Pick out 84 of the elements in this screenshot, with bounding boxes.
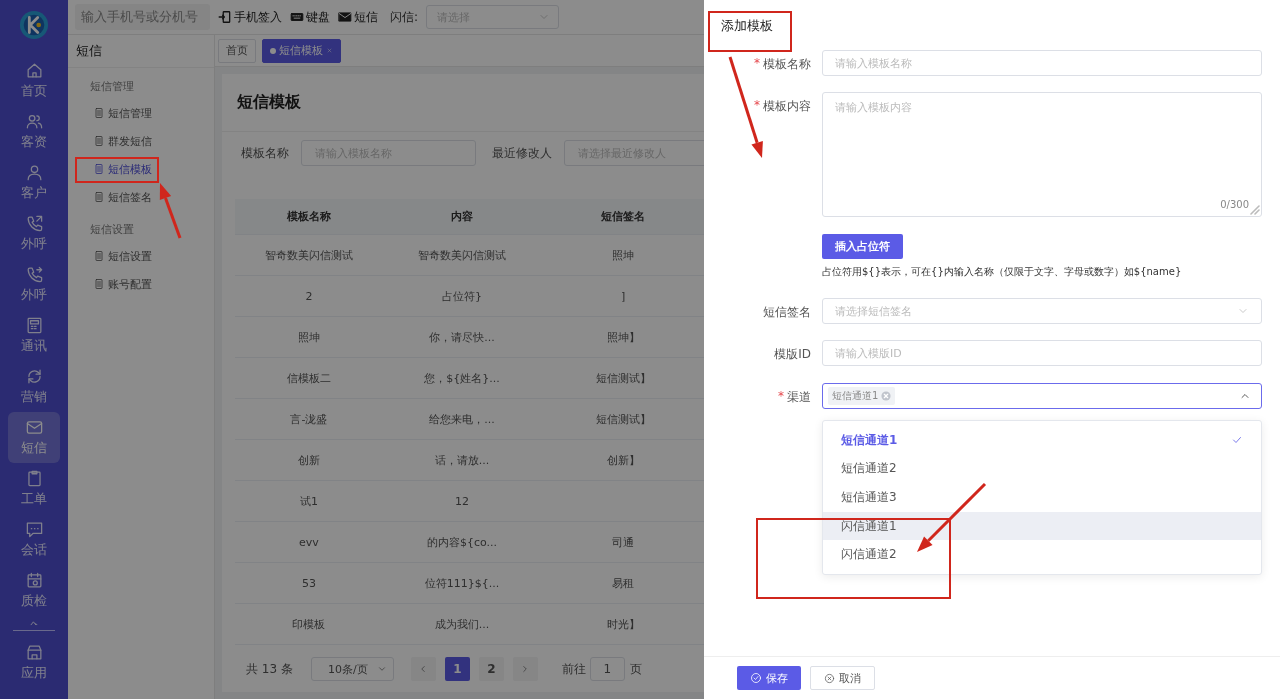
page-input[interactable]: 1 xyxy=(589,657,625,681)
tab[interactable]: 首页 xyxy=(218,38,256,63)
hint-text: 占位符用${}表示，可在{}内输入名称（仅限于文字、字母或数字）如${name} xyxy=(822,265,1183,279)
table-cell: 成为我们... xyxy=(382,603,542,645)
save-button[interactable]: 保存 xyxy=(737,666,801,690)
total-count: 共 13 条 xyxy=(246,660,293,678)
toolbar-button[interactable]: 短信 xyxy=(338,8,378,26)
table-cell: 智奇数美闪信测试 xyxy=(235,234,383,276)
nav-item[interactable]: 质检 xyxy=(8,565,60,616)
field-label: 模板名称 xyxy=(763,56,811,73)
field-label: 模板内容 xyxy=(763,98,811,115)
menu-item[interactable]: 群发短信 xyxy=(68,127,214,155)
text-area[interactable]: 请输入模板内容 0/300 xyxy=(822,92,1262,217)
table-cell: 位符111}${... xyxy=(382,562,542,604)
table-cell: 2 xyxy=(235,275,383,317)
tab[interactable]: 短信模板 xyxy=(262,38,341,63)
menu-item[interactable]: 短信设置 xyxy=(68,242,214,270)
filter-label: 模板名称 xyxy=(241,144,289,162)
column-header: 内容 xyxy=(382,199,542,235)
menu-item[interactable]: 短信模板 xyxy=(68,155,214,183)
field-label: 模版ID xyxy=(774,346,811,363)
drawer-title: 添加模板 xyxy=(721,18,773,33)
column-header: 模板名称 xyxy=(235,199,383,235)
nav-item[interactable]: 外呼 xyxy=(8,208,60,259)
table-cell: 试1 xyxy=(235,480,383,522)
menu-item[interactable]: 账号配置 xyxy=(68,270,214,298)
table-cell: 印模板 xyxy=(235,603,383,645)
required-mark: * xyxy=(754,98,760,112)
table-cell: 照坤 xyxy=(235,316,383,358)
menu-item[interactable]: 短信管理 xyxy=(68,99,214,127)
dropdown-option[interactable]: 短信通道2 xyxy=(823,454,1261,484)
table-cell: 您，${姓名}... xyxy=(382,357,542,399)
nav-item[interactable]: 营销 xyxy=(8,361,60,412)
table-cell: 创新 xyxy=(235,439,383,481)
table-cell: evv xyxy=(235,521,383,563)
multi-select-field[interactable]: 短信通道1 xyxy=(822,383,1262,409)
page-button[interactable]: 2 xyxy=(478,657,504,681)
dropdown-option[interactable]: 闪信通道2 xyxy=(823,540,1261,569)
required-mark: * xyxy=(778,389,784,403)
dropdown-option[interactable]: 短信通道1 xyxy=(823,426,1261,455)
selected-tag[interactable]: 短信通道1 xyxy=(828,387,896,405)
column-header: 短信签名 xyxy=(541,199,704,235)
cancel-button[interactable]: 取消 xyxy=(810,666,875,690)
toolbar-button[interactable]: 键盘 xyxy=(290,8,330,26)
page-title: 短信模板 xyxy=(237,92,301,113)
dropdown-option[interactable]: 短信通道3 xyxy=(823,483,1261,512)
table-cell: 你，请尽快... xyxy=(382,316,542,358)
nav-item[interactable]: 外呼 xyxy=(8,259,60,310)
select-field[interactable]: 请选择短信签名 xyxy=(822,298,1262,324)
field-label: 短信签名 xyxy=(763,304,811,321)
field-label: 闪信: xyxy=(390,8,419,26)
goto-label: 前往 xyxy=(561,660,586,678)
table-cell: 智奇数美闪信测试 xyxy=(382,234,542,276)
nav-item[interactable]: 客资 xyxy=(8,106,60,157)
menu-group-title: 短信管理 xyxy=(90,80,134,93)
char-counter: 0/300 xyxy=(1220,199,1249,210)
table-cell: 言-泷盛 xyxy=(235,398,383,440)
table-cell: 53 xyxy=(235,562,383,604)
table-cell: 给您来电，... xyxy=(382,398,542,440)
required-mark: * xyxy=(754,56,760,70)
nav-item[interactable]: 通讯 xyxy=(8,310,60,361)
menu-item[interactable]: 短信签名 xyxy=(68,183,214,211)
dropdown-option[interactable]: 闪信通道1 xyxy=(823,511,1261,541)
table-cell: 12 xyxy=(382,480,542,522)
table-cell: 占位符} xyxy=(382,275,542,317)
nav-item[interactable]: 首页 xyxy=(8,55,60,106)
text-field[interactable]: 请输入模版ID xyxy=(822,340,1262,366)
menu-group-title: 短信设置 xyxy=(90,223,134,236)
page-button[interactable]: 1 xyxy=(444,657,470,681)
nav-item[interactable]: 工单 xyxy=(8,463,60,514)
table-cell: 信模板二 xyxy=(235,357,383,399)
filter-label: 最近修改人 xyxy=(492,144,552,162)
nav-item[interactable]: 客户 xyxy=(8,157,60,208)
text-field[interactable]: 请输入模板名称 xyxy=(822,50,1262,76)
toolbar-button[interactable]: 手机签入 xyxy=(218,8,282,26)
nav-item[interactable]: 应用 xyxy=(8,637,60,688)
insert-placeholder-button[interactable]: 插入占位符 xyxy=(822,234,903,259)
table-cell: 的内容${co... xyxy=(382,521,542,563)
page-size-select[interactable]: 10条/页 xyxy=(310,657,394,681)
menu-title: 短信 xyxy=(76,42,102,60)
field-label: 渠道 xyxy=(787,389,811,406)
table-cell: 话，请放... xyxy=(382,439,542,481)
goto-suffix: 页 xyxy=(629,660,642,678)
nav-item[interactable]: 会话 xyxy=(8,514,60,565)
